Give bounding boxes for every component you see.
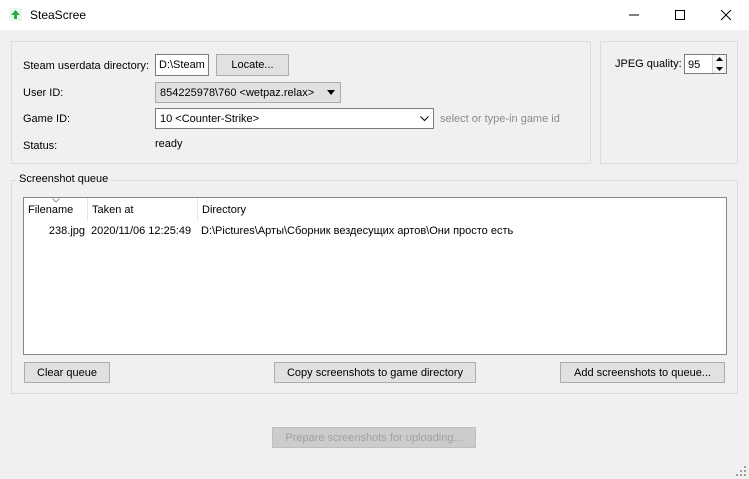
user-id-label: User ID: [23,87,64,99]
spin-up-icon [716,57,723,61]
settings-group: Steam userdata directory: D:\Steam Locat… [11,41,591,164]
user-id-value: 854225978\760 <wetpaz.relax> [160,87,315,99]
game-id-combobox[interactable]: 10 <Counter-Strike> [155,108,434,129]
queue-list[interactable]: Filename Taken at Directory 238.jpg 2020… [23,197,727,355]
spin-down-icon [716,67,723,71]
maximize-button[interactable] [657,0,703,30]
minimize-icon [629,14,639,16]
jpeg-quality-spinbox[interactable]: 95 [684,54,727,74]
game-id-value: 10 <Counter-Strike> [160,113,260,125]
jpeg-quality-label: JPEG quality: [615,58,682,70]
chevron-down-icon [420,116,429,122]
chevron-down-icon [327,90,335,95]
app-icon [9,8,22,21]
userdata-field[interactable]: D:\Steam [155,54,209,76]
queue-title: Screenshot queue [16,173,112,185]
userdata-label: Steam userdata directory: [23,60,149,72]
game-id-label: Game ID: [23,113,71,125]
jpeg-quality-value: 95 [688,59,701,71]
maximize-icon [675,10,685,20]
locate-button[interactable]: Locate... [216,54,289,76]
jpeg-group: JPEG quality: 95 [600,41,738,164]
column-header-directory[interactable]: Directory [198,198,726,221]
minimize-button[interactable] [611,0,657,30]
status-label: Status: [23,140,58,152]
copy-screenshots-button[interactable]: Copy screenshots to game directory [274,362,476,383]
cell-directory: D:\Pictures\Арты\Сборник вездесущих арто… [201,225,514,237]
column-header-taken-at[interactable]: Taken at [88,198,198,221]
spin-down-button[interactable] [712,64,726,73]
clear-queue-button[interactable]: Clear queue [24,362,110,383]
resize-grip-icon[interactable] [736,466,747,477]
user-id-dropdown[interactable]: 854225978\760 <wetpaz.relax> [155,82,341,103]
column-header-filename[interactable]: Filename [24,198,88,221]
close-button[interactable] [703,0,749,30]
title-bar: SteaScree [0,0,749,30]
game-id-hint: select or type-in game id [440,113,560,125]
cell-taken-at: 2020/11/06 12:25:49 [91,225,192,237]
window-title: SteaScree [30,8,87,22]
prepare-screenshots-button[interactable]: Prepare screenshots for uploading... [272,427,476,448]
status-value: ready [155,138,183,150]
close-icon [720,9,732,21]
add-screenshots-button[interactable]: Add screenshots to queue... [560,362,725,383]
cell-filename: 238.jpg [48,225,85,237]
sort-indicator-icon [52,198,60,203]
